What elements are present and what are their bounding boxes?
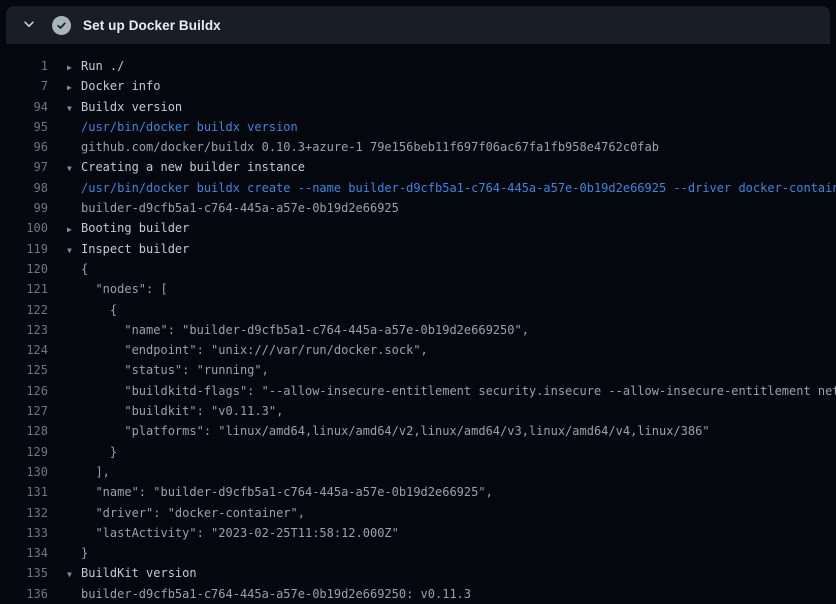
log-line: 130 ], xyxy=(0,462,836,482)
log-line: 126 "buildkitd-flags": "--allow-insecure… xyxy=(0,381,836,401)
line-number[interactable]: 97 xyxy=(0,157,48,177)
group-collapsed-icon[interactable]: ▶ xyxy=(67,78,81,98)
group-title: Buildx version xyxy=(81,97,182,117)
output-text: "status": "running", xyxy=(81,360,269,380)
collapse-step-button[interactable] xyxy=(18,14,40,36)
step-status-check-icon xyxy=(52,16,71,35)
output-text: "platforms": "linux/amd64,linux/amd64/v2… xyxy=(81,421,710,441)
log-group-line[interactable]: 100 ▶ Booting builder xyxy=(0,218,836,238)
output-text: "nodes": [ xyxy=(81,279,168,299)
line-number[interactable]: 136 xyxy=(0,584,48,604)
log-group-line[interactable]: 7 ▶ Docker info xyxy=(0,76,836,96)
line-number[interactable]: 7 xyxy=(0,76,48,96)
output-text: } xyxy=(81,543,88,563)
line-number[interactable]: 119 xyxy=(0,239,48,259)
line-number[interactable]: 134 xyxy=(0,543,48,563)
line-number[interactable]: 98 xyxy=(0,178,48,198)
log-line: 128 "platforms": "linux/amd64,linux/amd6… xyxy=(0,421,836,441)
log-line: 133 "lastActivity": "2023-02-25T11:58:12… xyxy=(0,523,836,543)
line-number[interactable]: 127 xyxy=(0,401,48,421)
output-text: ], xyxy=(81,462,110,482)
output-text: builder-d9cfb5a1-c764-445a-a57e-0b19d2e6… xyxy=(81,584,471,604)
log-line: 123 "name": "builder-d9cfb5a1-c764-445a-… xyxy=(0,320,836,340)
log-line: 120 { xyxy=(0,259,836,279)
log-line: 99 builder-d9cfb5a1-c764-445a-a57e-0b19d… xyxy=(0,198,836,218)
output-text: "driver": "docker-container", xyxy=(81,503,305,523)
output-text: builder-d9cfb5a1-c764-445a-a57e-0b19d2e6… xyxy=(81,198,399,218)
line-number[interactable]: 123 xyxy=(0,320,48,340)
line-number[interactable]: 96 xyxy=(0,137,48,157)
log-group-line[interactable]: 1 ▶ Run ./ xyxy=(0,56,836,76)
group-title: BuildKit version xyxy=(81,563,197,583)
line-number[interactable]: 94 xyxy=(0,97,48,117)
group-title: Run ./ xyxy=(81,56,124,76)
command-text: /usr/bin/docker buildx version xyxy=(81,117,298,137)
chevron-down-icon xyxy=(22,17,36,34)
log-line: 124 "endpoint": "unix:///var/run/docker.… xyxy=(0,340,836,360)
log-line: 132 "driver": "docker-container", xyxy=(0,503,836,523)
log-line: 95 /usr/bin/docker buildx version xyxy=(0,117,836,137)
log-group-line[interactable]: 135 ▼ BuildKit version xyxy=(0,563,836,583)
line-number[interactable]: 133 xyxy=(0,523,48,543)
line-number[interactable]: 135 xyxy=(0,563,48,583)
group-collapsed-icon[interactable]: ▶ xyxy=(67,220,81,240)
log-group-line[interactable]: 119 ▼ Inspect builder xyxy=(0,239,836,259)
output-text: { xyxy=(81,259,88,279)
actions-log-viewer: Set up Docker Buildx 1 ▶ Run ./ 7 ▶ Dock… xyxy=(0,0,836,604)
output-text: "name": "builder-d9cfb5a1-c764-445a-a57e… xyxy=(81,320,529,340)
line-number[interactable]: 128 xyxy=(0,421,48,441)
group-expanded-icon[interactable]: ▼ xyxy=(67,99,81,119)
output-text: } xyxy=(81,442,117,462)
log-line: 134 } xyxy=(0,543,836,563)
log-line: 125 "status": "running", xyxy=(0,360,836,380)
log-line: 131 "name": "builder-d9cfb5a1-c764-445a-… xyxy=(0,482,836,502)
output-text: { xyxy=(81,300,117,320)
output-text: "buildkitd-flags": "--allow-insecure-ent… xyxy=(81,381,836,401)
line-number[interactable]: 122 xyxy=(0,300,48,320)
line-number[interactable]: 1 xyxy=(0,56,48,76)
line-number[interactable]: 126 xyxy=(0,381,48,401)
line-number[interactable]: 131 xyxy=(0,482,48,502)
log-body: 1 ▶ Run ./ 7 ▶ Docker info 94 ▼ Buildx v… xyxy=(0,44,836,604)
log-line: 129 } xyxy=(0,442,836,462)
output-text: "lastActivity": "2023-02-25T11:58:12.000… xyxy=(81,523,399,543)
log-line: 136 builder-d9cfb5a1-c764-445a-a57e-0b19… xyxy=(0,584,836,604)
line-number[interactable]: 100 xyxy=(0,218,48,238)
group-expanded-icon[interactable]: ▼ xyxy=(67,159,81,179)
log-line: 98 /usr/bin/docker buildx create --name … xyxy=(0,178,836,198)
line-number[interactable]: 120 xyxy=(0,259,48,279)
output-text: github.com/docker/buildx 0.10.3+azure-1 … xyxy=(81,137,659,157)
group-expanded-icon[interactable]: ▼ xyxy=(67,565,81,585)
command-text: /usr/bin/docker buildx create --name bui… xyxy=(81,178,836,198)
line-number[interactable]: 125 xyxy=(0,360,48,380)
output-text: "buildkit": "v0.11.3", xyxy=(81,401,283,421)
step-title: Set up Docker Buildx xyxy=(83,18,221,33)
group-expanded-icon[interactable]: ▼ xyxy=(67,241,81,261)
group-title: Creating a new builder instance xyxy=(81,157,305,177)
line-number[interactable]: 99 xyxy=(0,198,48,218)
group-collapsed-icon[interactable]: ▶ xyxy=(67,58,81,78)
group-title: Booting builder xyxy=(81,218,189,238)
line-number[interactable]: 130 xyxy=(0,462,48,482)
group-title: Docker info xyxy=(81,76,160,96)
line-number[interactable]: 95 xyxy=(0,117,48,137)
line-number[interactable]: 132 xyxy=(0,503,48,523)
step-header[interactable]: Set up Docker Buildx xyxy=(6,6,830,44)
line-number[interactable]: 129 xyxy=(0,442,48,462)
group-title: Inspect builder xyxy=(81,239,189,259)
line-number[interactable]: 121 xyxy=(0,279,48,299)
log-line: 96 github.com/docker/buildx 0.10.3+azure… xyxy=(0,137,836,157)
output-text: "endpoint": "unix:///var/run/docker.sock… xyxy=(81,340,428,360)
log-group-line[interactable]: 94 ▼ Buildx version xyxy=(0,97,836,117)
log-line: 127 "buildkit": "v0.11.3", xyxy=(0,401,836,421)
output-text: "name": "builder-d9cfb5a1-c764-445a-a57e… xyxy=(81,482,493,502)
line-number[interactable]: 124 xyxy=(0,340,48,360)
log-line: 122 { xyxy=(0,300,836,320)
log-line: 121 "nodes": [ xyxy=(0,279,836,299)
log-group-line[interactable]: 97 ▼ Creating a new builder instance xyxy=(0,157,836,177)
